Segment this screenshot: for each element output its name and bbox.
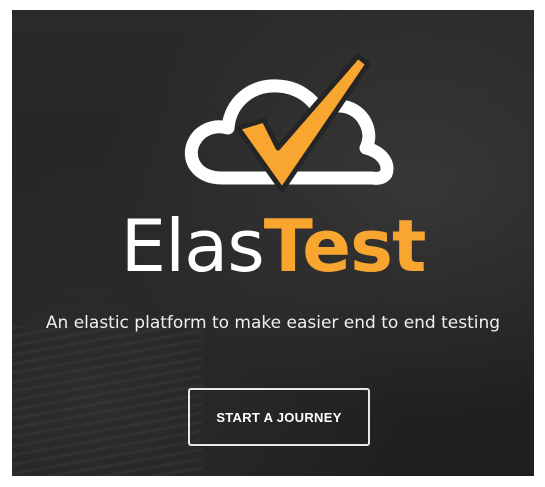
brand-name-part2: Test <box>263 204 427 288</box>
tagline: An elastic platform to make easier end t… <box>45 313 501 333</box>
start-journey-button[interactable]: START A JOURNEY <box>188 388 370 446</box>
cloud-checkmark-icon <box>184 53 394 193</box>
start-journey-button-label: START A JOURNEY <box>216 409 342 425</box>
brand-wordmark: ElasTest <box>12 206 534 286</box>
brand-name-part1: Elas <box>120 204 265 288</box>
background-texture <box>12 326 202 476</box>
hero-section: ElasTest An elastic platform to make eas… <box>12 10 534 476</box>
